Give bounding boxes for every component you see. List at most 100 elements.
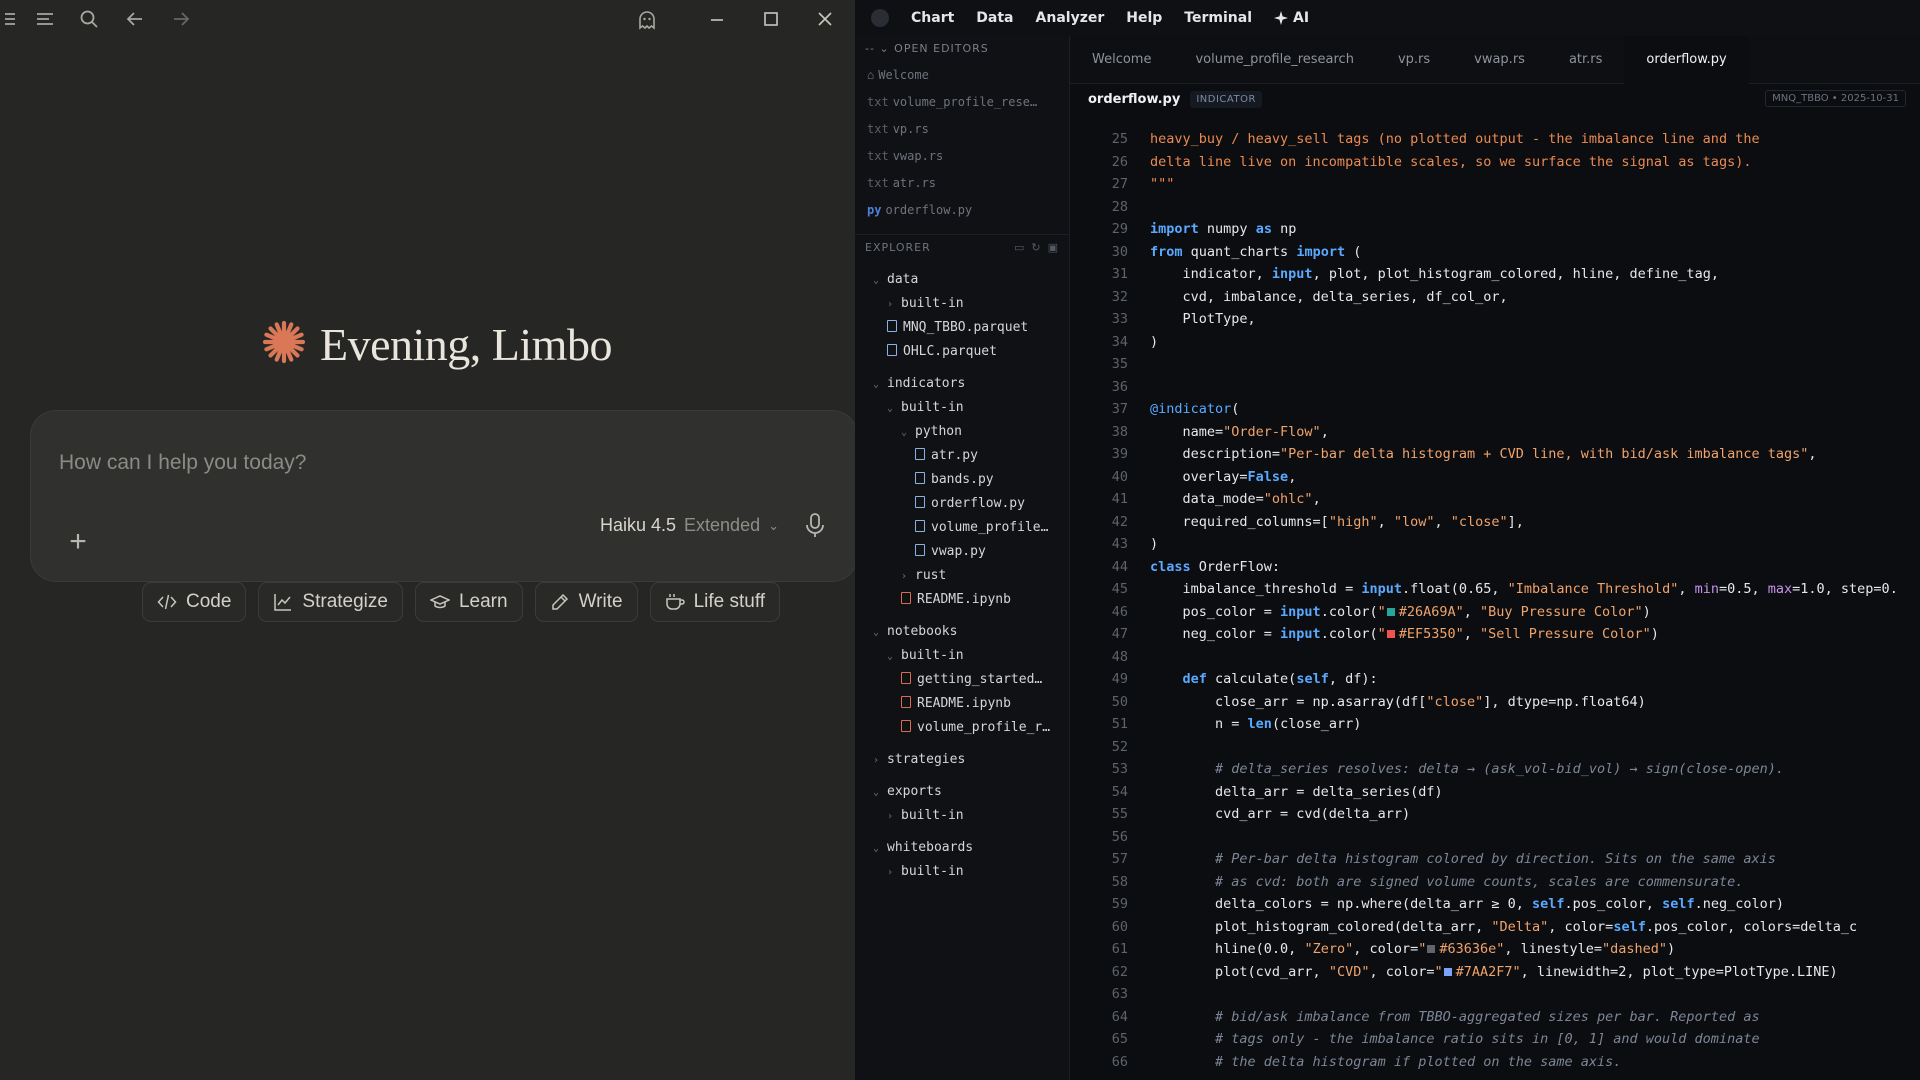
menu-terminal[interactable]: Terminal [1184, 10, 1252, 26]
code-line[interactable]: @indicator( [1150, 398, 1920, 421]
code-line[interactable]: cvd_arr = cvd(delta_arr) [1150, 803, 1920, 826]
code-line[interactable]: from quant_charts import ( [1150, 241, 1920, 264]
tree-item-folder[interactable]: › strategies [855, 748, 1069, 772]
tree-item-folder[interactable]: › rust [855, 564, 1069, 588]
forward-arrow-icon[interactable] [170, 8, 192, 30]
code-line[interactable]: delta line live on incompatible scales, … [1150, 151, 1920, 174]
open-editor-item[interactable]: py orderflow.py [855, 197, 1069, 224]
tree-item-file[interactable]: README.ipynb [855, 692, 1069, 716]
tree-item-file[interactable]: vwap.py [855, 540, 1069, 564]
editor-tab[interactable]: orderflow.py [1624, 35, 1749, 84]
tree-item-file[interactable]: README.ipynb [855, 588, 1069, 612]
editor-tab[interactable]: Welcome [1070, 36, 1173, 84]
tree-item-file[interactable]: orderflow.py [855, 492, 1069, 516]
code-line[interactable]: overlay=False, [1150, 466, 1920, 489]
model-selector[interactable]: Haiku 4.5 Extended ⌄ [600, 515, 779, 536]
editor-tab[interactable]: atr.rs [1547, 36, 1624, 84]
menu-help[interactable]: Help [1126, 10, 1162, 26]
open-editor-item[interactable]: ⌂ Welcome [855, 62, 1069, 89]
code-line[interactable]: ) [1150, 533, 1920, 556]
code-line[interactable] [1150, 646, 1920, 669]
code-line[interactable]: """ [1150, 173, 1920, 196]
tree-item-folder[interactable]: ⌄ indicators [855, 372, 1069, 396]
code-line[interactable]: delta_colors = np.where(delta_arr ≥ 0, s… [1150, 893, 1920, 916]
tree-item-folder[interactable]: ⌄ built-in [855, 396, 1069, 420]
code-line[interactable]: heavy_buy / heavy_sell tags (no plotted … [1150, 128, 1920, 151]
editor-tab[interactable]: vwap.rs [1452, 36, 1547, 84]
code-line[interactable]: import numpy as np [1150, 218, 1920, 241]
code-line[interactable] [1150, 826, 1920, 849]
new-folder-icon[interactable]: ▭ [1014, 241, 1025, 254]
code-line[interactable] [1150, 196, 1920, 219]
menu-chart[interactable]: Chart [911, 10, 954, 26]
code-line[interactable]: PlotType, [1150, 308, 1920, 331]
code-line[interactable]: required_columns=["high", "low", "close"… [1150, 511, 1920, 534]
maximize-icon[interactable] [760, 8, 782, 30]
open-editor-item[interactable]: txt vp.rs [855, 116, 1069, 143]
chip-life-stuff[interactable]: Life stuff [649, 582, 781, 622]
sidebar-toggle-icon[interactable] [2, 8, 24, 30]
code-line[interactable]: pos_color = input.color(" #26A69A", "Buy … [1150, 601, 1920, 624]
code-line[interactable]: cvd, imbalance, delta_series, df_col_or, [1150, 286, 1920, 309]
open-editor-item[interactable]: txt atr.rs [855, 170, 1069, 197]
code-line[interactable]: n = len(close_arr) [1150, 713, 1920, 736]
breadcrumb-file[interactable]: orderflow.py [1088, 92, 1180, 107]
message-composer[interactable]: How can I help you today? + Haiku 4.5 Ex… [30, 410, 855, 582]
tree-item-file[interactable]: getting_started… [855, 668, 1069, 692]
chip-strategize[interactable]: Strategize [258, 582, 403, 622]
open-editor-item[interactable]: txt volume_profile_rese… [855, 89, 1069, 116]
minimize-icon[interactable] [706, 8, 728, 30]
code-line[interactable] [1150, 983, 1920, 1006]
search-icon[interactable] [78, 8, 100, 30]
code-line[interactable]: plot_histogram_colored(delta_arr, "Delta… [1150, 916, 1920, 939]
code-line[interactable]: delta_arr = delta_series(df) [1150, 781, 1920, 804]
tree-item-file[interactable]: volume_profile… [855, 516, 1069, 540]
tree-item-folder[interactable]: ⌄ notebooks [855, 620, 1069, 644]
code-line[interactable] [1150, 376, 1920, 399]
tree-item-file[interactable]: atr.py [855, 444, 1069, 468]
chip-learn[interactable]: Learn [414, 582, 523, 622]
code-line[interactable]: # as cvd: both are signed volume counts,… [1150, 871, 1920, 894]
code-line[interactable]: name="Order-Flow", [1150, 421, 1920, 444]
code-line[interactable]: # the delta histogram if plotted on the … [1150, 1051, 1920, 1074]
menu-data[interactable]: Data [976, 10, 1013, 26]
composer-placeholder[interactable]: How can I help you today? [59, 451, 307, 475]
add-attachment-button[interactable]: + [63, 527, 93, 557]
tree-item-folder[interactable]: ⌄ python [855, 420, 1069, 444]
microphone-icon[interactable] [803, 511, 827, 541]
menu-icon[interactable] [34, 8, 56, 30]
open-editors-header[interactable]: -- ⌄ OPEN EDITORS [855, 36, 1069, 62]
tree-item-folder[interactable]: ⌄ whiteboards [855, 836, 1069, 860]
editor-tab[interactable]: volume_profile_research [1173, 36, 1375, 84]
code-line[interactable]: class OrderFlow: [1150, 556, 1920, 579]
chip-write[interactable]: Write [534, 582, 638, 622]
code-line[interactable]: # bid/ask imbalance from TBBO-aggregated… [1150, 1006, 1920, 1029]
tree-item-folder[interactable]: › built-in [855, 804, 1069, 828]
code-line[interactable]: imbalance_threshold = input.float(0.65, … [1150, 578, 1920, 601]
collapse-all-icon[interactable]: ▣ [1048, 241, 1059, 254]
close-icon[interactable] [814, 8, 836, 30]
open-editor-item[interactable]: txt vwap.rs [855, 143, 1069, 170]
code-line[interactable] [1150, 736, 1920, 759]
ghost-icon[interactable] [636, 9, 658, 31]
tree-item-folder[interactable]: ⌄ data [855, 268, 1069, 292]
code-line[interactable]: # Per-bar delta histogram colored by dir… [1150, 848, 1920, 871]
code-line[interactable]: indicator, input, plot, plot_histogram_c… [1150, 263, 1920, 286]
code-lines[interactable]: heavy_buy / heavy_sell tags (no plotted … [1150, 128, 1920, 1073]
tree-item-file[interactable]: bands.py [855, 468, 1069, 492]
tree-item-folder[interactable]: ⌄ built-in [855, 644, 1069, 668]
code-line[interactable]: hline(0.0, "Zero", color=" #63636e", line… [1150, 938, 1920, 961]
tree-item-folder[interactable]: › built-in [855, 860, 1069, 884]
code-line[interactable]: ) [1150, 331, 1920, 354]
code-line[interactable]: close_arr = np.asarray(df["close"], dtyp… [1150, 691, 1920, 714]
code-line[interactable]: def calculate(self, df): [1150, 668, 1920, 691]
code-line[interactable]: # delta_series resolves: delta → (ask_vo… [1150, 758, 1920, 781]
tree-item-folder[interactable]: ⌄ exports [855, 780, 1069, 804]
back-arrow-icon[interactable] [124, 8, 146, 30]
menu-ai[interactable]: AI [1274, 10, 1309, 26]
code-line[interactable]: plot(cvd_arr, "CVD", color=" #7AA2F7", li… [1150, 961, 1920, 984]
code-line[interactable]: # tags only - the imbalance ratio sits i… [1150, 1028, 1920, 1051]
code-line[interactable] [1150, 353, 1920, 376]
code-line[interactable]: description="Per-bar delta histogram + C… [1150, 443, 1920, 466]
menu-analyzer[interactable]: Analyzer [1036, 10, 1105, 26]
